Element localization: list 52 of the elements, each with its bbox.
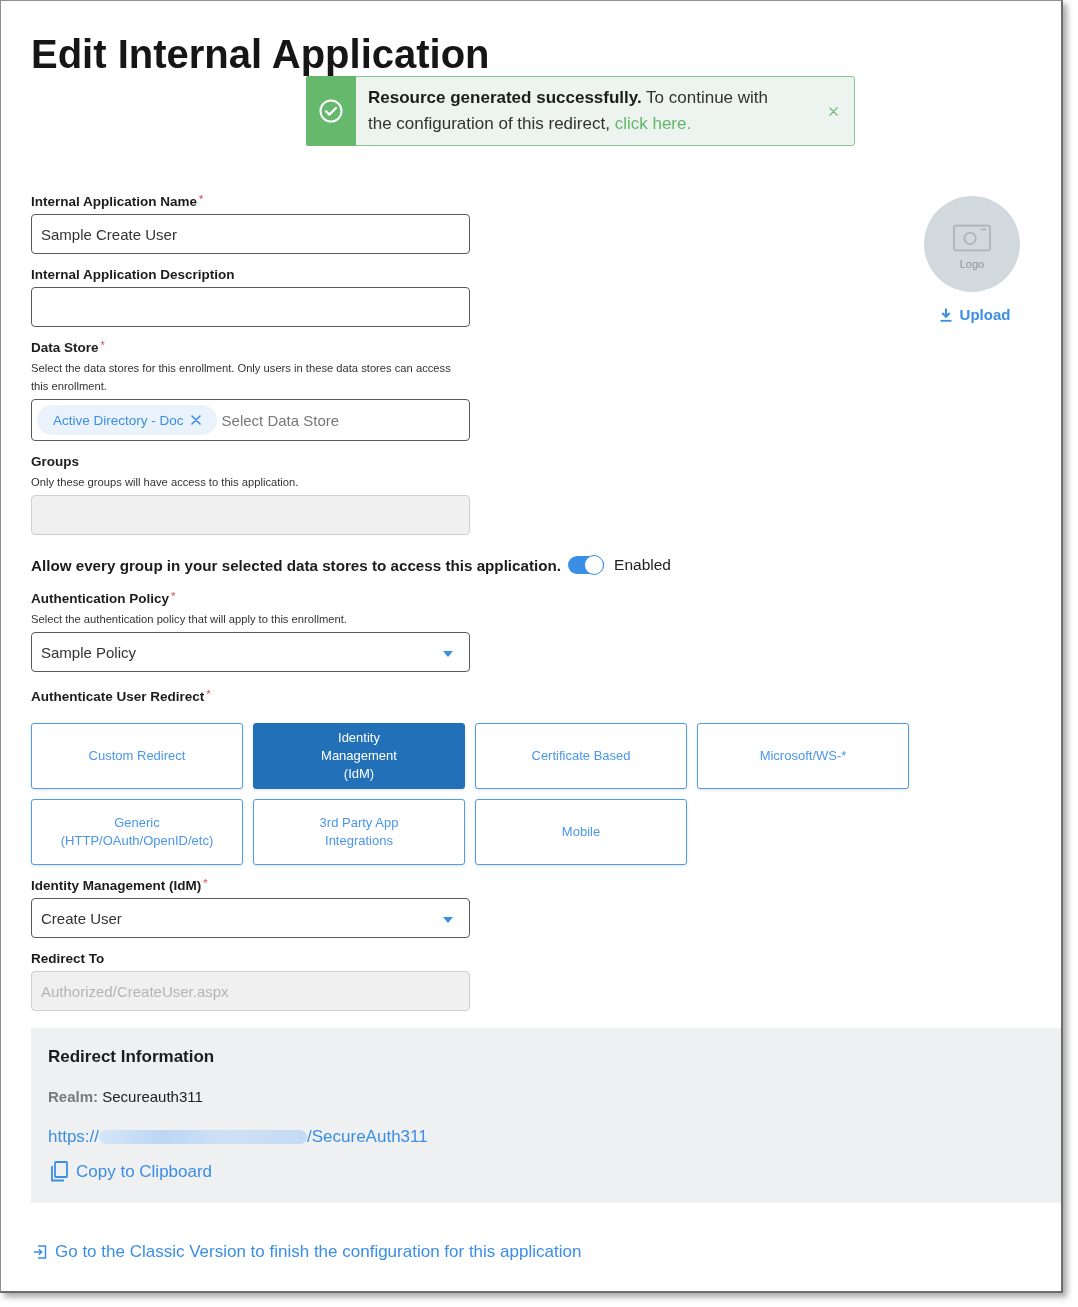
data-store-chip[interactable]: Active Directory - Doc — [37, 405, 217, 435]
field-label: Authentication Policy — [31, 591, 169, 607]
copy-icon — [50, 1161, 68, 1182]
required-mark: * — [203, 878, 208, 889]
required-mark: * — [206, 689, 211, 700]
toggle-label: Allow every group in your selected data stores to access this application. — [31, 556, 562, 574]
upload-link[interactable]: Upload — [939, 306, 1011, 323]
help-text: Select the data stores for this enrollment. Only users in these data stores can access this enrollment. — [31, 361, 452, 394]
field-label: Internal Application Description — [31, 267, 235, 283]
redirect-type-tile[interactable]: 3rd Party App Integrations — [253, 799, 465, 865]
camera-icon — [953, 224, 991, 252]
page-title: Edit Internal Application — [31, 31, 490, 76]
redirect-type-tile[interactable]: Custom Redirect — [31, 723, 243, 789]
redirect-type-tile[interactable]: Certificate Based — [475, 723, 687, 789]
toast-message: Resource generated successfully. To continue with the configuration of this redirect, click here. — [368, 87, 770, 135]
classic-version-link[interactable]: Go to the Classic Version to finish the configuration for this application — [31, 1242, 582, 1262]
download-icon — [939, 307, 952, 322]
policy-dropdown[interactable]: Sample Policy — [31, 632, 470, 672]
redirect-type-tile[interactable]: Identity Management (IdM) — [253, 723, 465, 789]
data-store-field[interactable]: Active Directory - Doc Select Data Store — [31, 399, 470, 441]
toggle-switch[interactable] — [568, 556, 605, 574]
redirect-type-tile[interactable]: Microsoft/WS-* — [697, 723, 909, 789]
required-mark: * — [199, 194, 204, 205]
field-label: Groups — [31, 454, 79, 470]
panel-title: Redirect Information — [48, 1047, 215, 1067]
toggle-state-label: Enabled — [614, 556, 671, 574]
field-label: Data Store — [31, 340, 99, 356]
redirect-type-tile[interactable]: Generic (HTTP/OAuth/OpenID/etc) — [31, 799, 243, 865]
idm-dropdown[interactable]: Create User — [31, 898, 470, 938]
click-here-link[interactable]: click here. — [614, 114, 692, 133]
redirect-url-link[interactable]: https:// /SecureAuth311 — [48, 1127, 428, 1147]
remove-icon[interactable] — [190, 415, 201, 425]
field-placeholder: Select Data Store — [221, 411, 340, 429]
redirect-type-tile[interactable]: Mobile — [475, 799, 687, 865]
logo-caption: Logo — [959, 258, 985, 270]
realm-text: Realm: Secureauth311 — [48, 1087, 203, 1107]
help-text: Select the authentication policy that will apply to this enrollment. — [31, 612, 348, 627]
copy-to-clipboard-link[interactable]: Copy to Clipboard — [48, 1161, 213, 1182]
field-label: Redirect To — [31, 951, 105, 967]
field-label: Identity Management (IdM) — [31, 878, 202, 894]
arrow-into-box-icon — [33, 1245, 47, 1259]
check-circle-icon — [319, 99, 343, 123]
close-icon[interactable] — [829, 106, 838, 116]
field-label: Internal Application Name — [31, 194, 198, 210]
help-text: Only these groups will have access to this application. — [31, 475, 300, 490]
field-label: Authenticate User Redirect — [31, 689, 205, 705]
required-mark: * — [171, 591, 176, 602]
description-input-field[interactable] — [31, 287, 470, 327]
required-mark: * — [100, 340, 105, 351]
name-input-field[interactable]: Sample Create User — [31, 214, 470, 254]
caret-down-icon — [443, 916, 453, 923]
caret-down-icon — [443, 650, 453, 657]
